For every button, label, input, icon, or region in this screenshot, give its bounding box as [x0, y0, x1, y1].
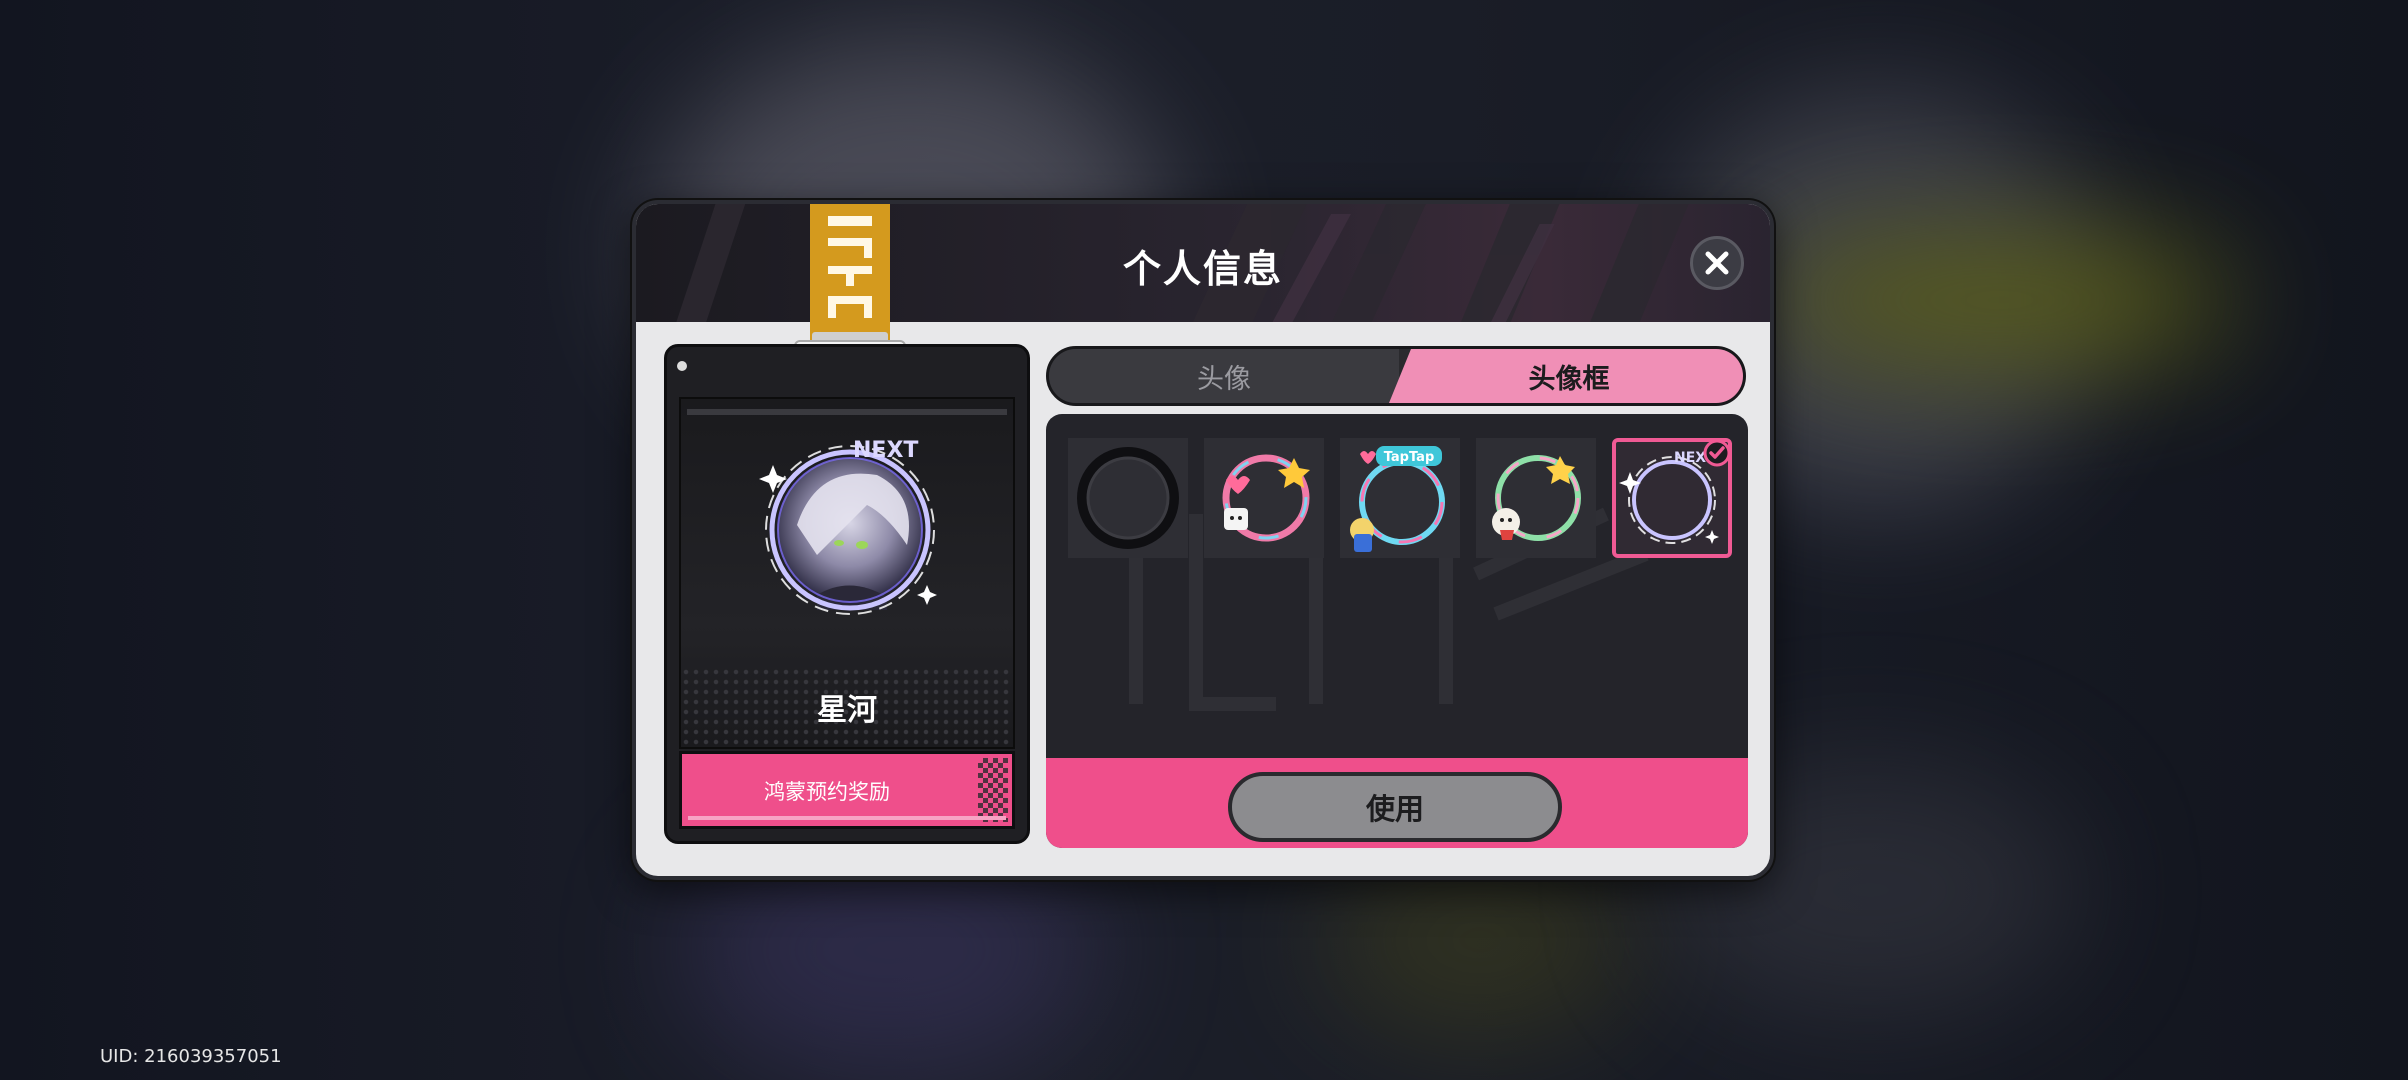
frame-option-default[interactable]: [1068, 438, 1188, 558]
card-hole: [677, 361, 687, 371]
empty-ring-icon: [1077, 447, 1179, 549]
taptap-logo-text: TapTap: [1384, 450, 1435, 465]
reward-label: 鸿蒙预约奖励: [764, 780, 890, 804]
frame-panel: TapTap NEXT 使用: [1046, 414, 1748, 848]
card-display: NEXT 星河: [679, 397, 1015, 749]
selected-check-icon: [1703, 439, 1731, 467]
dialog-header: 个人信息: [636, 204, 1770, 322]
scallop-edge: [1046, 750, 1748, 766]
profile-dialog: 个人信息 NEXT 星河 鸿蒙预约奖励 头像 头像框 TapTap NEXT 使…: [632, 200, 1774, 880]
tab-bar: 头像 头像框: [1046, 346, 1746, 406]
tab-avatar[interactable]: 头像: [1049, 349, 1399, 403]
dialog-title: 个人信息: [1122, 247, 1283, 291]
checker-decoration: [978, 758, 1008, 822]
close-button[interactable]: [1690, 236, 1744, 290]
lanyard-logo-icon: [828, 216, 872, 318]
player-name: 星河: [817, 693, 877, 728]
close-icon: [1705, 251, 1729, 275]
reward-banner: 鸿蒙预约奖励: [679, 751, 1015, 829]
reward-underline: [688, 816, 1006, 820]
card-lanyard: [810, 204, 890, 342]
frame-option-next[interactable]: NEXT: [1612, 438, 1732, 558]
card-top-bar: [687, 409, 1007, 415]
frame-option-floral[interactable]: [1476, 438, 1596, 558]
tab-avatar-frame[interactable]: 头像框: [1389, 349, 1743, 403]
frame-badge-text: NEXT: [853, 438, 918, 463]
avatar-with-frame: NEXT: [759, 438, 937, 615]
profile-card: NEXT 星河 鸿蒙预约奖励: [664, 344, 1030, 844]
hearts-frame-icon: [1222, 454, 1310, 542]
floral-frame-icon: [1492, 455, 1581, 541]
taptap-frame-icon: TapTap: [1350, 446, 1445, 552]
frame-option-taptap[interactable]: TapTap: [1340, 438, 1460, 558]
frame-option-hearts[interactable]: [1204, 438, 1324, 558]
use-button[interactable]: 使用: [1228, 772, 1562, 842]
uid-label: UID: 216039357051: [100, 1046, 282, 1067]
